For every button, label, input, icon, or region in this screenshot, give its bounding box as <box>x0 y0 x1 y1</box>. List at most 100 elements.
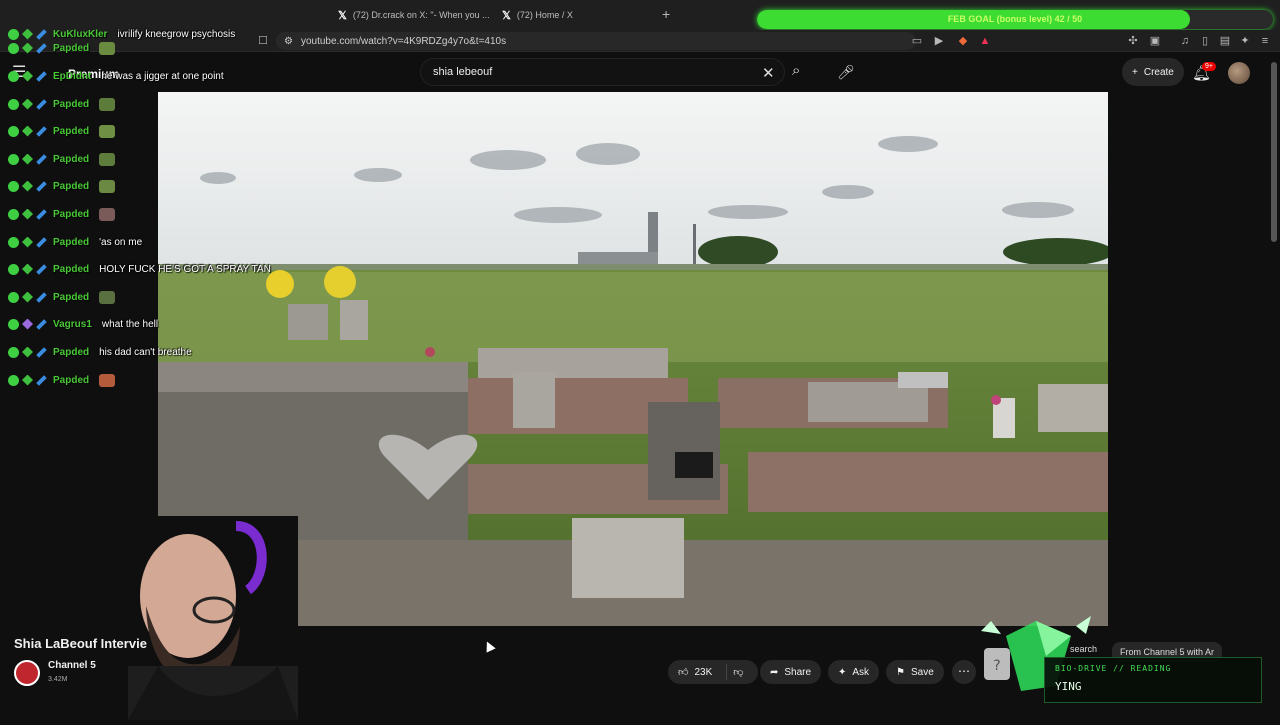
chat-username[interactable]: Papded <box>53 347 89 358</box>
chat-username[interactable]: EpDidnt <box>53 71 91 82</box>
sword-badge-icon <box>36 374 47 386</box>
chat-username[interactable]: Papded <box>53 292 89 303</box>
verified-badge-icon <box>8 125 19 137</box>
channel-avatar[interactable] <box>14 660 40 686</box>
chat-text: his dad can't breathe <box>99 346 192 358</box>
media-icon[interactable]: ♫ <box>1178 34 1192 48</box>
chat-username[interactable]: Papded <box>53 181 89 192</box>
like-button[interactable]: 👍︎ 23K 👎︎ <box>668 660 758 684</box>
create-label: Create <box>1143 66 1174 78</box>
verified-badge-icon <box>8 180 19 192</box>
chat-message: Papded <box>0 94 116 114</box>
browser-tab[interactable]: 𝕏 (72) Home / X <box>494 4 581 26</box>
sub-badge-icon <box>22 374 33 386</box>
cast-icon[interactable]: ▭ <box>910 34 924 48</box>
sub-badge-icon <box>22 208 33 220</box>
x-logo-icon: 𝕏 <box>338 9 347 22</box>
chat-message: Papded HOLY FUCK HE'S GOT A SPRAY TAN <box>0 259 271 279</box>
sword-badge-icon <box>36 346 47 358</box>
chat-text: he was a jigger at one point <box>101 70 224 82</box>
screenshot-icon[interactable]: ▣ <box>1148 34 1162 48</box>
sub-badge-icon <box>22 236 33 248</box>
save-button[interactable]: ⚑ Save <box>886 660 944 684</box>
chat-username[interactable]: Papded <box>53 43 89 54</box>
clear-search-icon[interactable]: ✕ <box>762 64 775 82</box>
menu-icon[interactable]: ≡ <box>1258 34 1272 48</box>
chat-message: Papded <box>0 121 116 141</box>
rewards-icon[interactable]: ▲ <box>978 34 992 48</box>
video-player[interactable] <box>158 92 1108 626</box>
sword-badge-icon <box>36 236 47 248</box>
sparkle-icon: ✦ <box>838 666 847 678</box>
chat-message: Papded <box>0 176 116 196</box>
x-logo-icon: 𝕏 <box>502 9 511 22</box>
chat-emote-icon <box>99 373 116 387</box>
chat-username[interactable]: Papded <box>53 154 89 165</box>
channel-name[interactable]: Channel 5 <box>48 660 96 671</box>
share-label: Share <box>784 666 812 678</box>
chat-message: Papded 'as on me <box>0 232 142 252</box>
search-input[interactable]: shia lebeouf <box>420 58 785 86</box>
search-value: shia lebeouf <box>433 66 493 78</box>
chat-text: 'as on me <box>99 236 143 248</box>
chat-username[interactable]: Papded <box>53 126 89 137</box>
bio-drive-reading: YING <box>1055 680 1082 693</box>
chat-message: Papded <box>0 287 116 307</box>
chat-emote-icon <box>99 124 116 138</box>
page-scrollbar[interactable] <box>1271 62 1277 242</box>
chat-emote-icon <box>99 152 116 166</box>
goal-progress-bar: FEB GOAL (bonus level) 42 / 50 <box>757 10 1273 29</box>
tab-title: (72) Home / X <box>516 10 573 20</box>
chat-text: what the hell <box>101 318 159 330</box>
address-bar[interactable]: ⚙ youtube.com/watch?v=4K9RDZg4y7o&t=410s <box>276 32 916 50</box>
sub-badge-icon <box>22 98 33 110</box>
more-actions-button[interactable]: ⋯ <box>952 660 976 684</box>
chat-message: Papded <box>0 149 116 169</box>
save-label: Save <box>910 666 934 678</box>
goal-progress-text: FEB GOAL (bonus level) 42 / 50 <box>947 14 1083 24</box>
sub-badge-icon <box>22 125 33 137</box>
new-tab-button[interactable]: + <box>662 6 670 22</box>
ask-label: Ask <box>852 666 870 678</box>
chat-message: Papded <box>0 204 116 224</box>
share-button[interactable]: ➦ Share <box>760 660 822 684</box>
chat-username[interactable]: Papded <box>53 209 89 220</box>
sub-badge-icon <box>22 42 33 54</box>
verified-badge-icon <box>8 236 19 248</box>
verified-badge-icon <box>8 291 19 303</box>
extensions-icon[interactable]: ✣ <box>1126 34 1140 48</box>
chat-username[interactable]: Papded <box>53 99 89 110</box>
sword-badge-icon <box>36 98 47 110</box>
wallet-icon[interactable]: ▤ <box>1218 34 1232 48</box>
notification-count-badge: 9+ <box>1202 62 1216 71</box>
verified-badge-icon <box>8 70 19 82</box>
browser-tab[interactable]: 𝕏 (72) Dr.crack on X: "- When you ... <box>330 4 498 26</box>
verified-badge-icon <box>8 346 19 358</box>
search-icon[interactable]: ⌕ <box>792 62 800 79</box>
bookmark-icon: ⚑ <box>896 666 905 678</box>
thumbs-down-icon[interactable]: 👎︎ <box>733 666 743 678</box>
microphone-icon[interactable]: 🎤︎ <box>836 60 856 84</box>
chat-emote-icon <box>99 179 116 193</box>
chat-emote-icon <box>99 41 116 55</box>
sword-badge-icon <box>36 180 47 192</box>
site-info-icon[interactable]: ⚙ <box>284 36 293 47</box>
chat-username[interactable]: Papded <box>53 237 89 248</box>
chat-message: Papded his dad can't breathe <box>0 342 192 362</box>
leo-icon[interactable]: ✦ <box>1238 34 1252 48</box>
brave-shield-icon[interactable]: ◆ <box>956 34 970 48</box>
sword-badge-icon <box>36 153 47 165</box>
bookmark-icon[interactable]: ☐ <box>256 34 270 48</box>
chat-username[interactable]: Vagrus1 <box>53 319 92 330</box>
play-icon[interactable]: ▶ <box>932 34 946 48</box>
chat-username[interactable]: Papded <box>53 264 89 275</box>
chat-username[interactable]: Papded <box>53 375 89 386</box>
sidebar-icon[interactable]: ▯ <box>1198 34 1212 48</box>
verified-badge-icon <box>8 153 19 165</box>
streamer-webcam <box>128 516 298 720</box>
ask-button[interactable]: ✦ Ask <box>828 660 880 684</box>
create-button[interactable]: + Create <box>1122 58 1184 86</box>
account-avatar[interactable] <box>1228 62 1250 84</box>
sword-badge-icon <box>36 318 47 330</box>
chat-message: Papded <box>0 370 116 390</box>
